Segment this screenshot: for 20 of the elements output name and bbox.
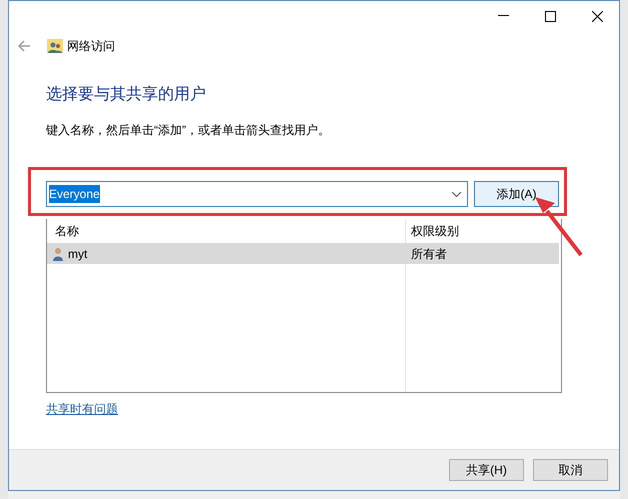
help-link[interactable]: 共享时有问题 (46, 400, 118, 418)
heading: 选择要与其共享的用户 (46, 84, 207, 105)
close-icon[interactable] (592, 10, 603, 22)
column-header[interactable]: 权限级别 (405, 222, 459, 240)
maximize-icon[interactable] (545, 10, 556, 22)
minimize-icon[interactable] (498, 15, 509, 17)
dialog-button[interactable]: 取消 (533, 459, 608, 481)
user-name: myt (68, 246, 88, 262)
instruction-text: 键入名称，然后单击“添加”，或者单击箭头查找用户。 (46, 122, 331, 139)
column-header[interactable]: 名称 (47, 222, 405, 240)
dialog-button[interactable]: 共享(H) (449, 459, 524, 481)
chevron-down-icon[interactable] (452, 192, 461, 196)
user-row[interactable]: myt 所有者 (47, 243, 559, 264)
window-title: 网络访问 (67, 38, 115, 55)
users-icon (47, 38, 63, 54)
back-arrow-icon[interactable] (17, 40, 31, 52)
permission-level: 所有者 (410, 246, 447, 262)
name-combo-field[interactable]: Everyone (46, 181, 468, 207)
user-icon (53, 246, 63, 260)
add-button[interactable]: 添加(A) (474, 181, 559, 207)
